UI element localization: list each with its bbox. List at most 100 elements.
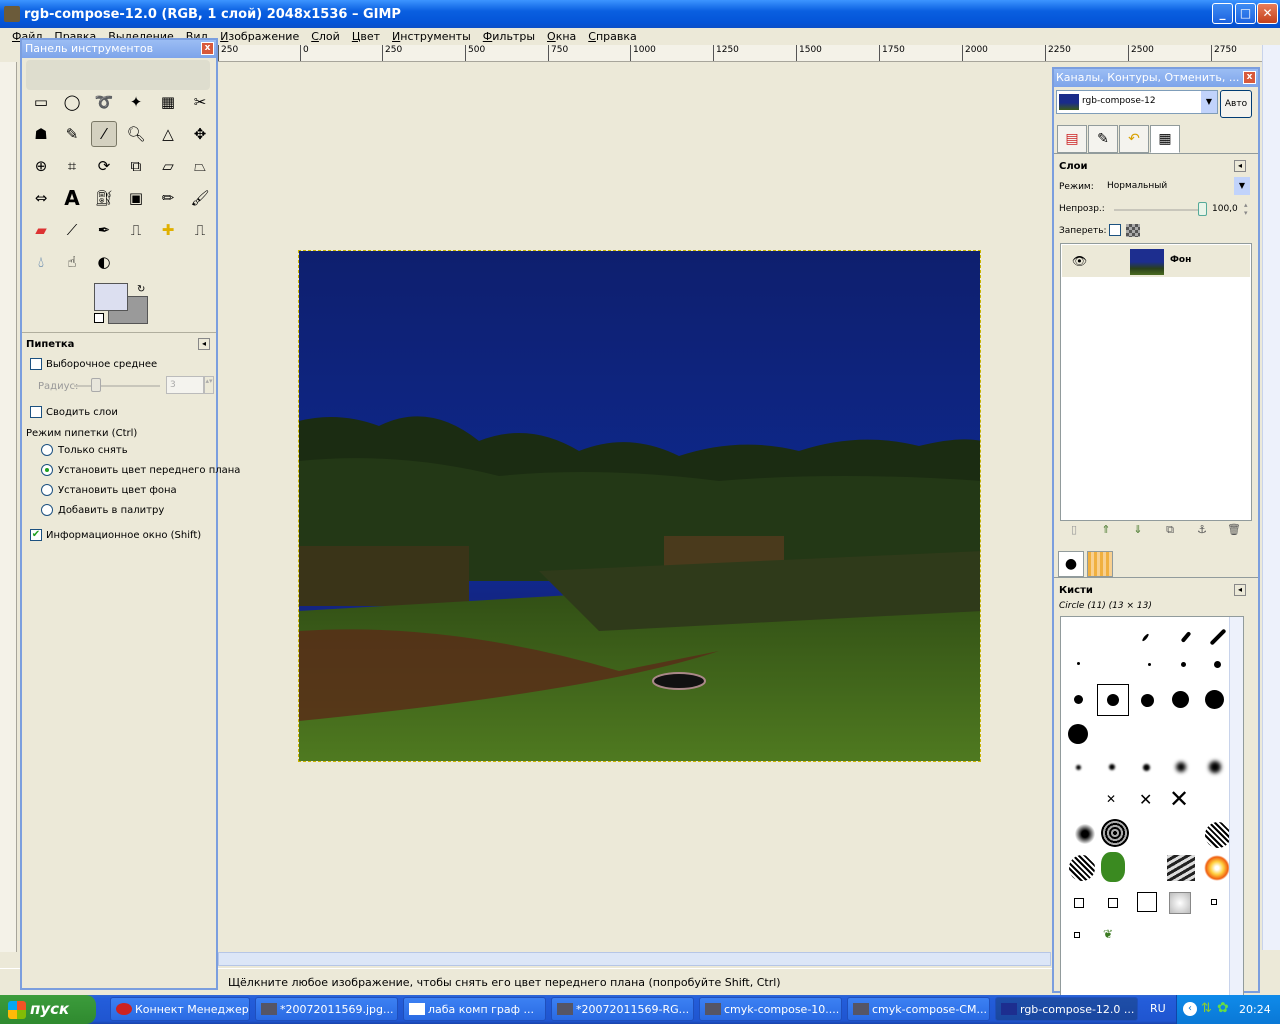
taskbar-item[interactable]: cmyk-compose-10.... xyxy=(699,997,842,1021)
opacity-stepper[interactable]: ▴ ▾ xyxy=(1244,201,1248,217)
new-layer-icon[interactable]: ▯ xyxy=(1066,523,1082,539)
blur-icon[interactable]: 💧︎ xyxy=(28,249,54,275)
brush-item[interactable]: ✕ xyxy=(1139,790,1152,809)
close-button[interactable]: ✕ xyxy=(1257,3,1278,24)
brushes-scrollbar[interactable] xyxy=(1229,617,1243,995)
menu-image[interactable]: Изображение xyxy=(214,28,305,45)
rect-select-icon[interactable]: ▭ xyxy=(28,89,54,115)
foreground-color-swatch[interactable] xyxy=(94,283,128,311)
radius-slider-handle[interactable] xyxy=(91,378,101,392)
panel-menu-icon[interactable]: ◂ xyxy=(1234,160,1246,172)
mode-pick-only-radio[interactable] xyxy=(41,444,53,456)
zoom-icon[interactable]: 🔍︎ xyxy=(123,121,149,147)
network-icon[interactable]: ⇅ xyxy=(1201,1001,1212,1016)
brush-item[interactable] xyxy=(1148,663,1151,666)
brush-item[interactable] xyxy=(1209,761,1221,773)
align-icon[interactable]: ⊕ xyxy=(28,153,54,179)
default-colors-icon[interactable] xyxy=(94,313,104,323)
clone-icon[interactable]: ⎍ xyxy=(123,217,149,243)
chevron-down-icon[interactable]: ▼ xyxy=(1234,177,1250,195)
auto-button[interactable]: Авто xyxy=(1220,90,1252,118)
brush-item[interactable] xyxy=(1077,662,1080,665)
maximize-button[interactable]: □ xyxy=(1235,3,1256,24)
taskbar-item[interactable]: лаба комп граф ... xyxy=(403,997,546,1021)
language-indicator[interactable]: RU xyxy=(1150,1002,1166,1015)
color-select-icon[interactable]: ▦ xyxy=(155,89,181,115)
brush-item[interactable] xyxy=(1214,661,1221,668)
paintbrush-icon[interactable]: 🖌︎ xyxy=(187,185,213,211)
tab-paths[interactable]: ✎ xyxy=(1088,125,1118,153)
mode-add-palette-radio[interactable] xyxy=(41,504,53,516)
brush-item[interactable] xyxy=(1209,628,1227,646)
move-icon[interactable]: ✥ xyxy=(187,121,213,147)
tray-expand-icon[interactable]: ‹ xyxy=(1183,1002,1197,1016)
lower-layer-icon[interactable]: ⇓ xyxy=(1130,523,1146,539)
taskbar-item[interactable]: *20072011569-RG... xyxy=(551,997,694,1021)
paths-icon[interactable]: ✎ xyxy=(59,121,85,147)
taskbar-item[interactable]: Коннект Менеджер xyxy=(110,997,250,1021)
menu-filters[interactable]: Фильтры xyxy=(477,28,541,45)
brush-item[interactable] xyxy=(1176,762,1186,772)
brush-item[interactable] xyxy=(1074,695,1083,704)
rotate-icon[interactable]: ⟳ xyxy=(91,153,117,179)
lock-alpha-checkbox[interactable] xyxy=(1109,224,1121,236)
taskbar-item-active[interactable]: rgb-compose-12.0 ... xyxy=(995,997,1138,1021)
vertical-scrollbar[interactable] xyxy=(1262,45,1280,950)
brush-item[interactable] xyxy=(1141,633,1150,642)
mode-select[interactable]: Нормальный ▼ xyxy=(1104,177,1250,195)
opacity-value[interactable]: 100,0 xyxy=(1212,204,1238,214)
text-icon[interactable]: A xyxy=(59,185,85,211)
image-canvas[interactable] xyxy=(298,250,981,762)
dodge-burn-icon[interactable]: ◐ xyxy=(91,249,117,275)
menu-tools[interactable]: Инструменты xyxy=(386,28,477,45)
brush-item[interactable] xyxy=(1167,855,1195,881)
brush-item[interactable] xyxy=(1101,819,1129,847)
brush-item[interactable] xyxy=(1204,855,1230,881)
measure-icon[interactable]: △ xyxy=(155,121,181,147)
airbrush-icon[interactable]: ⟋ xyxy=(59,217,85,243)
smudge-icon[interactable]: ☝ xyxy=(59,249,85,275)
eye-icon[interactable]: 👁︎ xyxy=(1072,254,1087,268)
duplicate-layer-icon[interactable]: ⧉ xyxy=(1162,523,1178,539)
fuzzy-select-icon[interactable]: ✦ xyxy=(123,89,149,115)
tab-undo[interactable]: ↶ xyxy=(1119,125,1149,153)
radius-stepper[interactable]: ▴▾ xyxy=(204,376,214,394)
color-picker-icon[interactable]: ⁄ xyxy=(91,121,117,147)
pencil-icon[interactable]: ✏ xyxy=(155,185,181,211)
brush-item[interactable] xyxy=(1205,822,1231,848)
brush-item[interactable] xyxy=(1137,892,1157,912)
mode-set-fg-radio[interactable] xyxy=(41,464,53,476)
taskbar-item[interactable]: cmyk-compose-CM... xyxy=(847,997,990,1021)
menu-colors[interactable]: Цвет xyxy=(346,28,386,45)
horizontal-ruler[interactable]: 250 0 250 500 750 1000 1250 1500 1750 20… xyxy=(218,45,1268,62)
radius-input[interactable]: 3 xyxy=(166,376,204,394)
brush-item[interactable] xyxy=(1108,898,1118,908)
brush-item[interactable] xyxy=(1172,691,1189,708)
sample-average-checkbox[interactable] xyxy=(30,358,42,370)
mode-set-bg-radio[interactable] xyxy=(41,484,53,496)
brush-item[interactable] xyxy=(1109,764,1115,770)
scissors-icon[interactable]: ✂ xyxy=(187,89,213,115)
brush-item[interactable] xyxy=(1143,764,1150,771)
taskbar-item[interactable]: *20072011569.jpg... xyxy=(255,997,398,1021)
brush-item[interactable] xyxy=(1107,694,1119,706)
delete-layer-icon[interactable]: 🗑︎ xyxy=(1226,523,1242,539)
vertical-ruler[interactable] xyxy=(0,62,17,952)
perspective-icon[interactable]: ⏢ xyxy=(187,153,213,179)
swap-colors-icon[interactable]: ↻ xyxy=(137,284,145,295)
horizontal-scrollbar[interactable] xyxy=(218,952,1051,966)
brush-item[interactable] xyxy=(1074,932,1080,938)
brush-item[interactable] xyxy=(1141,694,1154,707)
ink-icon[interactable]: ✒ xyxy=(91,217,117,243)
tab-layers-list[interactable]: ▦ xyxy=(1150,125,1180,153)
foreground-select-icon[interactable]: ☗ xyxy=(28,121,54,147)
vine-brush-icon[interactable]: ❦ xyxy=(1103,927,1125,941)
brush-item[interactable] xyxy=(1073,822,1097,846)
brush-item[interactable] xyxy=(1074,898,1084,908)
ellipse-select-icon[interactable]: ◯ xyxy=(59,89,85,115)
menu-windows[interactable]: Окна xyxy=(541,28,582,45)
free-select-icon[interactable]: ➰ xyxy=(91,89,117,115)
bucket-fill-icon[interactable]: ⛽︎ xyxy=(91,185,117,211)
opacity-slider-handle[interactable] xyxy=(1198,202,1207,216)
crop-icon[interactable]: ⌗ xyxy=(59,153,85,179)
